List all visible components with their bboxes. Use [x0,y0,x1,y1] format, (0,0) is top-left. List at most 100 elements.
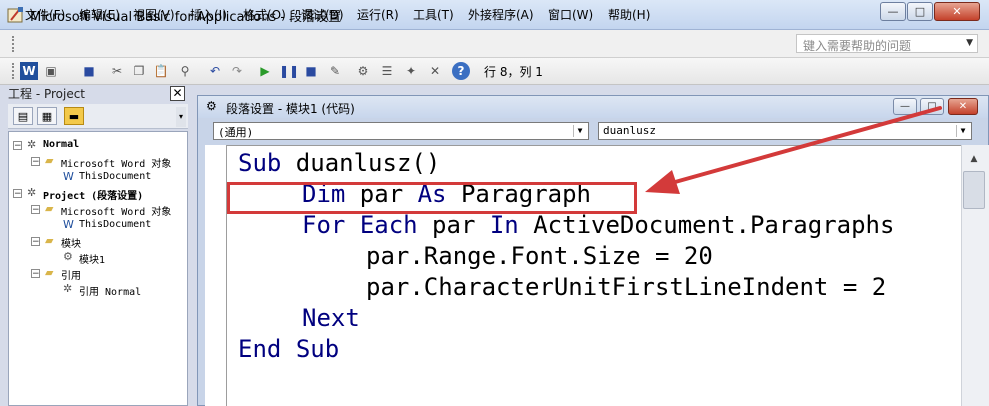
code-line[interactable]: par.Range.Font.Size = 20 [366,241,713,271]
tree-node-label[interactable]: Microsoft Word 对象 [61,203,171,218]
tree-node-label[interactable]: ThisDocument [79,219,151,230]
tree-node-label[interactable]: ThisDocument [79,171,151,182]
code-text: duanlusz() [281,149,441,177]
code-line[interactable]: par.CharacterUnitFirstLineIndent = 2 [366,272,886,302]
code-maximize-button[interactable]: □ [920,98,944,115]
project-panel-title: 工程 - Project [8,87,86,101]
redo-icon[interactable]: ↷ [228,62,246,80]
vba-project-icon: ✲ [27,138,37,151]
close-icon: ✕ [172,86,183,100]
code-keyword: Each [359,211,418,239]
find-icon[interactable]: ⚲ [176,62,194,80]
folder-icon: ▰ [45,266,54,279]
vba-project-icon: ✲ [27,186,37,199]
properties-icon[interactable]: ☰ [378,62,396,80]
collapse-icon[interactable]: − [31,157,40,167]
view-object-button[interactable]: ▦ [37,107,57,125]
chevron-down-icon[interactable]: ▼ [956,125,969,137]
tree-node-label[interactable]: Normal [43,139,79,150]
help-icon[interactable]: ? [452,62,470,80]
collapse-icon[interactable]: − [13,189,22,199]
code-line[interactable]: End Sub [238,334,339,364]
minimize-button[interactable]: — [880,2,906,21]
close-button[interactable]: ✕ [934,2,980,21]
help-search-box[interactable]: 键入需要帮助的问题 ▼ [796,34,978,53]
tree-node-label[interactable]: 模块1 [79,251,105,266]
tree-node-label[interactable]: Microsoft Word 对象 [61,155,171,170]
word-icon[interactable]: W [20,62,38,80]
word-doc-icon: W [63,218,74,231]
tree-node-label[interactable]: 引用 [61,267,81,282]
save-icon[interactable]: ■ [80,62,98,80]
undo-icon[interactable]: ↶ [206,62,224,80]
object-browser-icon[interactable]: ✦ [402,62,420,80]
maximize-icon: □ [927,101,937,112]
cut-icon[interactable]: ✂ [108,62,126,80]
menu-item-10[interactable]: 帮助(H) [608,6,650,23]
toolbox-icon[interactable]: ✕ [426,62,444,80]
menu-item-8[interactable]: 外接程序(A) [468,6,534,23]
folder-icon: ▰ [45,234,54,247]
tree-node-label[interactable]: Project (段落设置) [43,187,143,202]
chevron-down-icon[interactable]: ▼ [966,38,973,48]
menu-item-6[interactable]: 运行(R) [357,6,399,23]
code-keyword: Sub [295,335,340,363]
vba-app-icon [7,6,25,24]
highlight-box [227,182,637,214]
project-explorer-icon[interactable]: ⚙ [354,62,372,80]
help-search-placeholder: 键入需要帮助的问题 [803,39,912,53]
break-icon[interactable]: ❚❚ [279,62,299,80]
chevron-down-icon[interactable]: ▼ [573,125,586,137]
menu-item-0[interactable]: 文件(F) [25,6,65,23]
procedure-combo[interactable]: duanlusz ▼ [598,122,972,140]
scroll-up-icon[interactable]: ▲ [963,150,985,168]
module-icon: ⚙ [206,99,217,113]
maximize-button[interactable]: □ [907,2,933,21]
object-combo[interactable]: (通用) ▼ [213,122,589,140]
folder-icon: ▰ [45,202,54,215]
maximize-icon: □ [914,5,926,18]
run-icon[interactable]: ▶ [256,62,274,80]
menu-item-3[interactable]: 插入(I) [190,6,227,23]
toolbar-overflow-icon[interactable]: ▾ [176,107,186,127]
scrollbar-thumb[interactable] [963,171,985,209]
folder-icon: ▰ [45,154,54,167]
code-text: par.Range.Font.Size = 20 [366,242,713,270]
reset-icon[interactable]: ■ [302,62,320,80]
code-line[interactable]: For Each par In ActiveDocument.Paragraph… [302,210,894,240]
project-tree: − ✲ Normal − ▰ Microsoft Word 对象 W ThisDocument… [8,131,188,406]
code-close-button[interactable]: ✕ [948,98,978,115]
menu-item-5[interactable]: 调试(D) [301,6,344,23]
design-mode-icon[interactable]: ✎ [326,62,344,80]
module-icon: ⚙ [63,250,73,263]
menu-item-9[interactable]: 窗口(W) [548,6,593,23]
code-window-title: 段落设置 - 模块1 (代码) [226,102,355,116]
object-combo-value: (通用) [218,126,254,139]
menu-item-7[interactable]: 工具(T) [413,6,454,23]
cursor-position-status: 行 8，列 1 [484,65,543,79]
collapse-icon[interactable]: − [31,237,40,247]
code-text: ActiveDocument.Paragraphs [518,211,895,239]
toggle-folders-button[interactable]: ▬ [64,107,84,125]
project-panel-close-button[interactable]: ✕ [170,86,185,101]
paste-icon[interactable]: 📋 [152,62,170,80]
collapse-icon[interactable]: − [31,269,40,279]
collapse-icon[interactable]: − [13,141,22,151]
collapse-icon[interactable]: − [31,205,40,215]
close-icon: ✕ [952,5,962,18]
view-code-button[interactable]: ▤ [13,107,33,125]
code-line[interactable]: Sub duanlusz() [238,148,440,178]
tree-node-label[interactable]: 引用 Normal [79,283,141,298]
menu-item-1[interactable]: 编辑(E) [79,6,120,23]
tree-node-label[interactable]: 模块 [61,235,81,250]
procedure-combo-value: duanlusz [603,124,656,137]
code-minimize-button[interactable]: — [893,98,917,115]
folder-icon: ▬ [68,109,80,123]
copy-icon[interactable]: ❐ [130,62,148,80]
code-line[interactable]: Next [302,303,360,333]
menu-item-4[interactable]: 格式(O) [243,6,286,23]
menu-item-2[interactable]: 视图(V) [133,6,175,23]
insert-icon[interactable]: ▣ [42,62,60,80]
